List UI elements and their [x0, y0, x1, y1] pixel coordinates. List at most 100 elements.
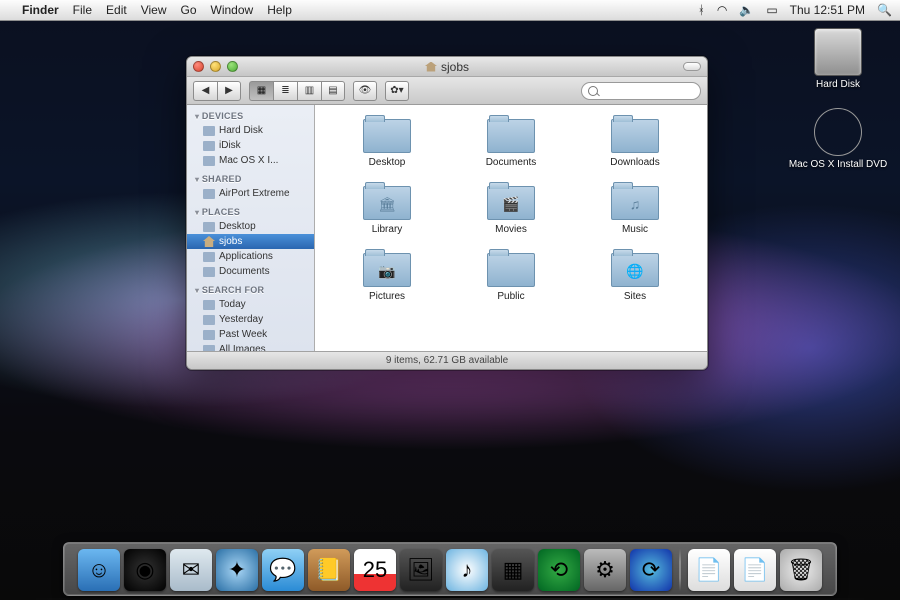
quicklook-button[interactable]: 👁 — [353, 81, 377, 101]
dock-document-1[interactable]: 📄 — [688, 549, 730, 591]
folder-label: Desktop — [369, 157, 406, 168]
nav-buttons: ◀ ▶ — [193, 81, 241, 101]
close-button[interactable] — [193, 61, 204, 72]
list-view-button[interactable]: ≣ — [273, 81, 297, 101]
folder-movies[interactable]: 🎬Movies — [459, 182, 563, 235]
sidebar-heading[interactable]: PLACES — [187, 201, 314, 219]
back-button[interactable]: ◀ — [193, 81, 217, 101]
forward-button[interactable]: ▶ — [217, 81, 241, 101]
search-field[interactable] — [581, 82, 701, 100]
folder-downloads[interactable]: Downloads — [583, 115, 687, 168]
battery-icon[interactable]: ▭ — [766, 3, 777, 17]
dock-isync[interactable]: ⟳ — [630, 549, 672, 591]
sidebar-item-icon — [203, 141, 215, 151]
sidebar-heading[interactable]: SHARED — [187, 168, 314, 186]
sidebar-heading[interactable]: DEVICES — [187, 105, 314, 123]
folder-label: Public — [497, 291, 524, 302]
dock-app-icon: 🗑 — [780, 549, 822, 591]
menu-go[interactable]: Go — [181, 3, 197, 17]
volume-icon[interactable]: 🔈 — [739, 3, 754, 17]
finder-window: sjobs ◀ ▶ ▦ ≣ ▥ ▤ 👁 ✿▾ DEVICESHard Diski… — [186, 56, 708, 370]
folder-public[interactable]: Public — [459, 249, 563, 302]
toolbar-toggle-button[interactable] — [683, 62, 701, 71]
dock-mail[interactable]: ✉ — [170, 549, 212, 591]
sidebar-item-icon — [203, 315, 215, 325]
action-button[interactable]: ✿▾ — [385, 81, 409, 101]
sidebar-item-label: Desktop — [219, 221, 256, 232]
dock-app-icon: 📄 — [734, 549, 776, 591]
dock-time-machine[interactable]: ⟲ — [538, 549, 580, 591]
zoom-button[interactable] — [227, 61, 238, 72]
sidebar-item-documents[interactable]: Documents — [187, 264, 314, 279]
menu-window[interactable]: Window — [211, 3, 254, 17]
sidebar-item-icon — [203, 156, 215, 166]
sidebar-item-idisk[interactable]: iDisk — [187, 138, 314, 153]
dock-spaces[interactable]: ▦ — [492, 549, 534, 591]
titlebar[interactable]: sjobs — [187, 57, 707, 77]
dock-ical[interactable]: 25 — [354, 549, 396, 591]
folder-music[interactable]: ♫Music — [583, 182, 687, 235]
folder-icon — [487, 249, 535, 287]
spotlight-icon[interactable]: 🔍 — [877, 3, 892, 17]
dock-document-2[interactable]: 📄 — [734, 549, 776, 591]
minimize-button[interactable] — [210, 61, 221, 72]
clock[interactable]: Thu 12:51 PM — [790, 3, 865, 17]
sidebar-item-icon — [203, 267, 215, 277]
folder-icon: 📷 — [363, 249, 411, 287]
dock-dashboard[interactable]: ◉ — [124, 549, 166, 591]
app-name[interactable]: Finder — [22, 3, 59, 17]
sidebar-item-applications[interactable]: Applications — [187, 249, 314, 264]
column-view-button[interactable]: ▥ — [297, 81, 321, 101]
sidebar-item-icon — [203, 236, 215, 247]
folder-label: Movies — [495, 224, 527, 235]
dock-system-preferences[interactable]: ⚙ — [584, 549, 626, 591]
sidebar-item-hard-disk[interactable]: Hard Disk — [187, 123, 314, 138]
sidebar-item-label: sjobs — [219, 236, 242, 247]
folder-documents[interactable]: Documents — [459, 115, 563, 168]
folder-content[interactable]: Desktop Documents Downloads 🏛Library 🎬Movies… — [315, 105, 707, 351]
dock-address-book[interactable]: 📒 — [308, 549, 350, 591]
sidebar-item-airport-extreme[interactable]: AirPort Extreme — [187, 186, 314, 201]
hard-disk-icon — [814, 28, 862, 76]
sidebar-item-label: Mac OS X I... — [219, 155, 278, 166]
dock-ichat[interactable]: 💬 — [262, 549, 304, 591]
sidebar-item-past-week[interactable]: Past Week — [187, 327, 314, 342]
dock-app-icon: ▦ — [492, 549, 534, 591]
menu-help[interactable]: Help — [267, 3, 292, 17]
toolbar: ◀ ▶ ▦ ≣ ▥ ▤ 👁 ✿▾ — [187, 77, 707, 105]
menu-file[interactable]: File — [73, 3, 92, 17]
desktop-hard-disk[interactable]: Hard Disk — [788, 28, 888, 90]
wifi-icon[interactable]: ◠ — [717, 3, 727, 17]
menu-edit[interactable]: Edit — [106, 3, 127, 17]
menu-bar: Finder File Edit View Go Window Help ᚼ ◠… — [0, 0, 900, 21]
sidebar-item-mac-os-x-i-[interactable]: Mac OS X I... — [187, 153, 314, 168]
dock-finder[interactable]: ☺ — [78, 549, 120, 591]
dock-app-icon: ☺ — [78, 549, 120, 591]
sidebar-item-desktop[interactable]: Desktop — [187, 219, 314, 234]
folder-library[interactable]: 🏛Library — [335, 182, 439, 235]
sidebar-item-yesterday[interactable]: Yesterday — [187, 312, 314, 327]
folder-icon: 🌐 — [611, 249, 659, 287]
sidebar-heading[interactable]: SEARCH FOR — [187, 279, 314, 297]
desktop-install-dvd[interactable]: Mac OS X Install DVD — [788, 108, 888, 170]
icon-view-button[interactable]: ▦ — [249, 81, 273, 101]
folder-label: Documents — [486, 157, 537, 168]
sidebar-item-today[interactable]: Today — [187, 297, 314, 312]
coverflow-view-button[interactable]: ▤ — [321, 81, 345, 101]
status-bar: 9 items, 62.71 GB available — [187, 351, 707, 369]
bluetooth-icon[interactable]: ᚼ — [698, 3, 705, 17]
dock-app-icon: ⟳ — [630, 549, 672, 591]
dock-app-icon: ⟲ — [538, 549, 580, 591]
dock-safari[interactable]: ✦ — [216, 549, 258, 591]
sidebar-item-all-images[interactable]: All Images — [187, 342, 314, 351]
search-input[interactable] — [598, 85, 688, 96]
sidebar-item-sjobs[interactable]: sjobs — [187, 234, 314, 249]
dock-itunes[interactable]: ♪ — [446, 549, 488, 591]
folder-sites[interactable]: 🌐Sites — [583, 249, 687, 302]
search-icon — [588, 86, 598, 96]
folder-pictures[interactable]: 📷Pictures — [335, 249, 439, 302]
dock-trash[interactable]: 🗑 — [780, 549, 822, 591]
menu-view[interactable]: View — [141, 3, 167, 17]
folder-desktop[interactable]: Desktop — [335, 115, 439, 168]
dock-preview[interactable]: 🖼 — [400, 549, 442, 591]
